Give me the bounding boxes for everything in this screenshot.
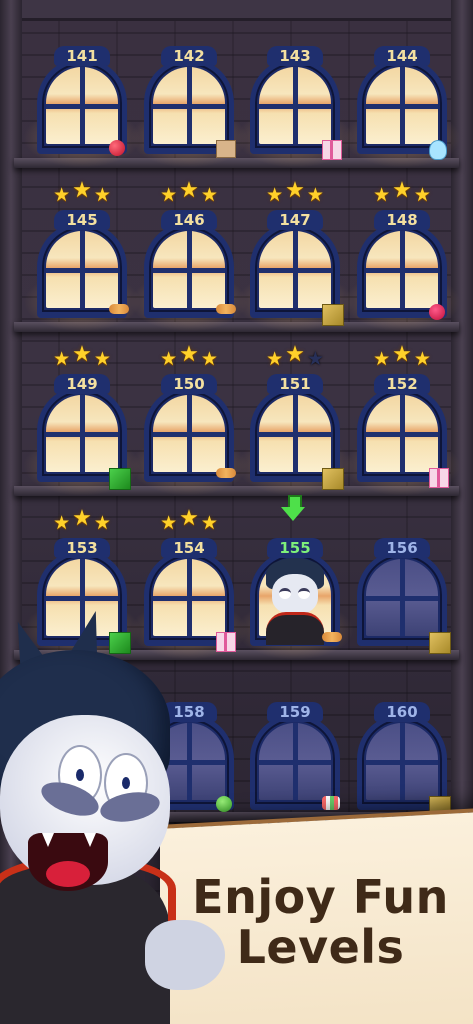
star-icon: ★: [179, 506, 199, 531]
window-frame: [357, 58, 447, 154]
vampire-avatar: [260, 558, 330, 645]
star-icon: ★: [179, 342, 199, 367]
star-rating: ★★ ★: [144, 506, 234, 535]
level-number: 152: [374, 374, 430, 394]
star-icon: ★: [53, 512, 71, 534]
star-icon: ★: [413, 348, 431, 370]
star-rating: ★★ ★: [357, 178, 447, 207]
level-number: 148: [374, 210, 430, 230]
star-rating: ★★ ★: [357, 342, 447, 371]
cube-gold-icon: [322, 304, 344, 326]
level-143-window[interactable]: 143: [236, 46, 354, 168]
worm-icon: [109, 304, 129, 314]
star-rating: ★★ ★: [37, 178, 127, 207]
level-number: 159: [267, 702, 323, 722]
gift-icon: [322, 140, 342, 160]
star-icon: ★: [93, 512, 111, 534]
star-icon: ★: [266, 184, 284, 206]
box-icon: [216, 140, 236, 158]
cube-gold-icon: [429, 632, 451, 654]
star-rating: ★★ ★: [250, 342, 340, 371]
star-icon: ★: [93, 184, 111, 206]
cube-gold-icon: [322, 468, 344, 490]
level-number: 141: [54, 46, 110, 66]
cube-green-icon: [109, 468, 131, 490]
star-icon: ★: [200, 512, 218, 534]
star-icon: ★: [160, 184, 178, 206]
level-148-window[interactable]: ★★ ★ 148: [343, 178, 461, 332]
star-icon: ★: [392, 342, 412, 367]
level-142-window[interactable]: 142: [130, 46, 248, 168]
gift-icon: [216, 632, 236, 652]
worm-icon: [322, 632, 342, 642]
level-144-window[interactable]: 144: [343, 46, 461, 168]
level-number: 150: [161, 374, 217, 394]
down-arrow-icon: [281, 495, 305, 521]
star-rating: ★★ ★: [37, 342, 127, 371]
tagline-line-1: Enjoy Fun: [192, 870, 449, 924]
star-icon: ★: [53, 348, 71, 370]
star-rating: ★★ ★: [37, 506, 127, 535]
level-150-window[interactable]: ★★ ★ 150: [130, 342, 248, 496]
level-number: 160: [374, 702, 430, 722]
star-icon: ★: [373, 348, 391, 370]
level-number: 144: [374, 46, 430, 66]
star-icon: ★: [306, 348, 324, 370]
star-icon: ★: [392, 178, 412, 203]
star-icon: ★: [306, 184, 324, 206]
level-number: 153: [54, 538, 110, 558]
level-147-window[interactable]: ★★ ★ 147: [236, 178, 354, 332]
star-icon: ★: [200, 184, 218, 206]
star-icon: ★: [160, 512, 178, 534]
star-rating: ★★ ★: [144, 342, 234, 371]
level-149-window[interactable]: ★★ ★ 149: [23, 342, 141, 496]
star-icon: ★: [266, 348, 284, 370]
star-icon: ★: [160, 348, 178, 370]
star-icon: ★: [373, 184, 391, 206]
gift-icon: [429, 468, 449, 488]
star-icon: ★: [72, 506, 92, 531]
level-155-window[interactable]: 155: [236, 538, 354, 660]
star-icon: ★: [285, 342, 305, 367]
cherry-icon: [109, 140, 125, 156]
level-number: 145: [54, 210, 110, 230]
level-map-scene[interactable]: 141 142 143 144 ★★ ★ 145 ★★ ★ 146 ★★ ★ 147 ★★ ★ 148 ★★ ★ 1…: [0, 0, 473, 1024]
tagline-line-2: Levels: [236, 920, 405, 974]
star-rating: ★★ ★: [144, 178, 234, 207]
level-number: 155: [267, 538, 323, 558]
level-number: 151: [267, 374, 323, 394]
star-icon: ★: [53, 184, 71, 206]
star-icon: ★: [179, 178, 199, 203]
star-icon: ★: [72, 342, 92, 367]
star-rating: ★★ ★: [250, 178, 340, 207]
level-number: 147: [267, 210, 323, 230]
level-152-window[interactable]: ★★ ★ 152: [343, 342, 461, 496]
level-number: 156: [374, 538, 430, 558]
level-159-window: 159: [250, 702, 340, 812]
candy-icon: [322, 796, 340, 810]
level-141-window[interactable]: 141: [23, 46, 141, 168]
star-icon: ★: [72, 178, 92, 203]
level-number: 142: [161, 46, 217, 66]
worm-icon: [216, 468, 236, 478]
level-151-window[interactable]: ★★ ★ 151: [236, 342, 354, 496]
level-number: 154: [161, 538, 217, 558]
level-146-window[interactable]: ★★ ★ 146: [130, 178, 248, 332]
tagline: Enjoy Fun Levels: [168, 872, 473, 972]
level-156-window: 156: [357, 538, 451, 654]
worm-icon: [216, 304, 236, 314]
bear-icon: [429, 140, 447, 160]
star-icon: ★: [93, 348, 111, 370]
star-icon: ★: [200, 348, 218, 370]
level-number: 143: [267, 46, 323, 66]
drop-icon: [216, 796, 232, 812]
level-number: 146: [161, 210, 217, 230]
roof-edge: [0, 0, 473, 21]
level-number: 149: [54, 374, 110, 394]
level-145-window[interactable]: ★★ ★ 145: [23, 178, 141, 332]
heart-icon: [429, 304, 445, 320]
star-icon: ★: [285, 178, 305, 203]
star-icon: ★: [413, 184, 431, 206]
level-160-window: 160: [357, 702, 451, 818]
